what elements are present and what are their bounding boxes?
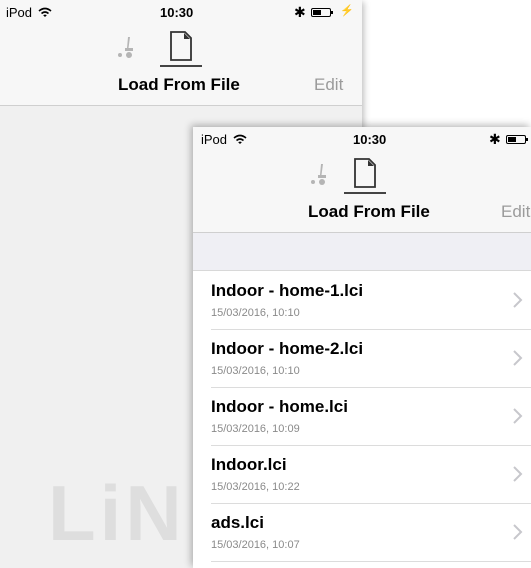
chevron-right-icon xyxy=(513,524,523,540)
file-date: 15/03/2016, 10:07 xyxy=(211,539,300,551)
edit-button[interactable]: Edit xyxy=(314,75,343,95)
page-title: Load From File xyxy=(118,75,240,94)
list-item[interactable]: Indoor - home-1.lci 15/03/2016, 10:10 xyxy=(193,272,531,330)
file-date: 15/03/2016, 10:10 xyxy=(211,307,300,319)
battery-icon xyxy=(506,135,528,144)
list-item[interactable]: Indoor - home-2.lci 15/03/2016, 10:10 xyxy=(193,330,531,388)
selected-tab-indicator xyxy=(344,192,386,194)
file-date: 15/03/2016, 10:09 xyxy=(211,423,300,435)
carrier-label: iPod xyxy=(201,132,247,147)
front-screen: iPod 10:30 ✱ Load From File Edit Indoor … xyxy=(193,127,531,568)
status-bar: iPod 10:30 ✱ xyxy=(193,127,531,147)
file-name: Indoor - home-2.lci xyxy=(211,339,364,358)
file-name: Indoor.lci xyxy=(211,455,287,474)
clock: 10:30 xyxy=(353,132,387,147)
list-item[interactable]: ads.lci 15/03/2016, 10:07 xyxy=(193,504,531,562)
navigation-bar: iPod 10:30 ✱ ⚡ Load From File Edit xyxy=(0,0,362,106)
section-header xyxy=(193,233,531,271)
bluetooth-icon: ✱ xyxy=(489,131,501,147)
wheelchair-icon[interactable] xyxy=(309,161,331,187)
list-item[interactable]: Indoor.lci 15/03/2016, 10:22 xyxy=(193,446,531,504)
chevron-right-icon xyxy=(513,292,523,308)
carrier-label: iPod xyxy=(6,5,52,20)
chevron-right-icon xyxy=(513,466,523,482)
carrier-text: iPod xyxy=(6,5,33,20)
file-date: 15/03/2016, 10:22 xyxy=(211,481,300,493)
wifi-icon xyxy=(38,7,52,17)
wifi-icon xyxy=(233,134,247,144)
edit-button[interactable]: Edit xyxy=(501,202,530,222)
file-name: ads.lci xyxy=(211,513,264,532)
file-date: 15/03/2016, 10:10 xyxy=(211,365,300,377)
bluetooth-icon: ✱ xyxy=(294,4,306,20)
list-item[interactable]: Indoor - home.lci 15/03/2016, 10:09 xyxy=(193,388,531,446)
battery-icon xyxy=(311,8,333,17)
navigation-bar: iPod 10:30 ✱ Load From File Edit xyxy=(193,127,531,233)
status-bar: iPod 10:30 ✱ ⚡ xyxy=(0,0,362,20)
file-icon[interactable] xyxy=(169,31,193,61)
carrier-text: iPod xyxy=(201,132,228,147)
file-icon[interactable] xyxy=(353,158,377,188)
chevron-right-icon xyxy=(513,408,523,424)
row-separator xyxy=(211,561,531,562)
file-name: Indoor - home.lci xyxy=(211,397,348,416)
file-name: Indoor - home-1.lci xyxy=(211,281,364,300)
watermark-logo: LiN xyxy=(48,469,186,557)
charging-icon: ⚡ xyxy=(340,5,354,17)
clock: 10:30 xyxy=(160,5,194,20)
wheelchair-icon[interactable] xyxy=(116,34,138,60)
file-list: Indoor - home-1.lci 15/03/2016, 10:10 In… xyxy=(193,272,531,562)
selected-tab-indicator xyxy=(160,65,202,67)
page-title: Load From File xyxy=(308,202,430,221)
chevron-right-icon xyxy=(513,350,523,366)
